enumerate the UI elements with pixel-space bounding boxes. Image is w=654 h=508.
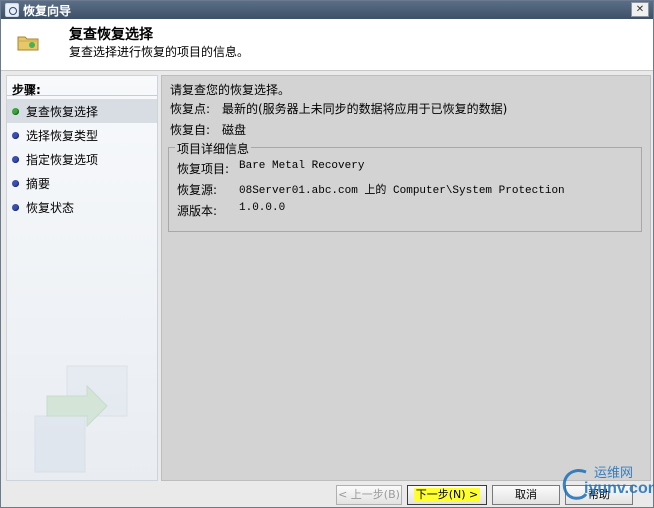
step-specify-options[interactable]: 指定恢复选项 [7, 147, 157, 171]
recovery-point-label: 恢复点: [170, 102, 211, 116]
step-status[interactable]: 恢复状态 [7, 195, 157, 219]
recovery-from-label: 恢复自: [170, 123, 211, 137]
page-title: 复查恢复选择 [69, 27, 153, 43]
recovery-from-row: 恢复自: 磁盘 [170, 121, 246, 138]
steps-sidebar: 步骤: 复查恢复选择 选择恢复类型 指定恢复选项 摘要 恢复状态 [6, 75, 158, 481]
window-title: 恢复向导 [23, 3, 72, 18]
recovery-item-value: Bare Metal Recovery [239, 160, 365, 172]
recovery-wizard-window: 恢复向导 ✕ 复查恢复选择 复查选择进行恢复的项目的信息。 步骤: 复查恢复选择… [0, 0, 654, 508]
review-panel: 请复查您的恢复选择。 恢复点: 最新的(服务器上未同步的数据将应用于已恢复的数据… [161, 75, 651, 481]
recovery-point-row: 恢复点: 最新的(服务器上未同步的数据将应用于已恢复的数据) [170, 100, 507, 117]
step-bullet-icon [12, 203, 19, 211]
recovery-source-label: 恢复源: [177, 183, 218, 197]
recovery-source-row: 恢复源: 08Server01.abc.com 上的 Computer\Syst… [177, 181, 565, 198]
step-summary[interactable]: 摘要 [7, 171, 157, 195]
recovery-from-value: 磁盘 [222, 123, 247, 137]
step-label: 摘要 [26, 176, 51, 191]
title-bar[interactable]: 恢复向导 ✕ [1, 1, 653, 19]
wizard-footer: < 上一步(B) 下一步(N) > 取消 帮助 [1, 481, 653, 507]
step-label: 恢复状态 [26, 200, 75, 215]
source-version-value: 1.0.0.0 [239, 202, 286, 214]
app-icon [5, 3, 19, 17]
step-label: 指定恢复选项 [26, 152, 99, 167]
recovery-source-value: 08Server01.abc.com 上的 Computer\System Pr… [239, 185, 565, 197]
recovery-item-label: 恢复项目: [177, 162, 230, 176]
close-button[interactable]: ✕ [631, 2, 649, 17]
step-label: 复查恢复选择 [26, 104, 99, 119]
steps-list: 复查恢复选择 选择恢复类型 指定恢复选项 摘要 恢复状态 [7, 96, 157, 219]
recovery-item-row: 恢复项目: Bare Metal Recovery [177, 160, 364, 177]
site-watermark-logo: 运维网 iyunv.com [560, 462, 654, 506]
step-bullet-icon [12, 179, 19, 187]
step-bullet-icon [12, 131, 19, 139]
recovery-point-value: 最新的(服务器上未同步的数据将应用于已恢复的数据) [222, 102, 508, 116]
next-button-label: 下一步(N) > [413, 488, 481, 501]
page-subtitle: 复查选择进行恢复的项目的信息。 [69, 45, 250, 59]
step-review-selection[interactable]: 复查恢复选择 [7, 99, 157, 123]
next-button[interactable]: 下一步(N) > [407, 485, 487, 505]
step-label: 选择恢复类型 [26, 128, 99, 143]
intro-text: 请复查您的恢复选择。 [170, 83, 291, 97]
steps-heading: 步骤: [7, 76, 157, 97]
watermark-domain: iyunv.com [584, 480, 654, 497]
item-details-legend: 项目详细信息 [175, 140, 252, 157]
source-version-row: 源版本: 1.0.0.0 [177, 202, 285, 219]
cancel-button[interactable]: 取消 [492, 485, 560, 505]
step-bullet-icon [12, 155, 19, 163]
step-current-bullet-icon [12, 107, 19, 115]
folder-recovery-icon [17, 36, 39, 51]
step-select-type[interactable]: 选择恢复类型 [7, 123, 157, 147]
wizard-header: 复查恢复选择 复查选择进行恢复的项目的信息。 [1, 19, 653, 71]
back-button[interactable]: < 上一步(B) [336, 485, 402, 505]
watermark-name: 运维网 [594, 466, 634, 481]
source-version-label: 源版本: [177, 204, 218, 218]
item-details-group: 项目详细信息 恢复项目: Bare Metal Recovery 恢复源: 08… [168, 140, 642, 232]
sidebar-decoration-art [34, 365, 128, 473]
